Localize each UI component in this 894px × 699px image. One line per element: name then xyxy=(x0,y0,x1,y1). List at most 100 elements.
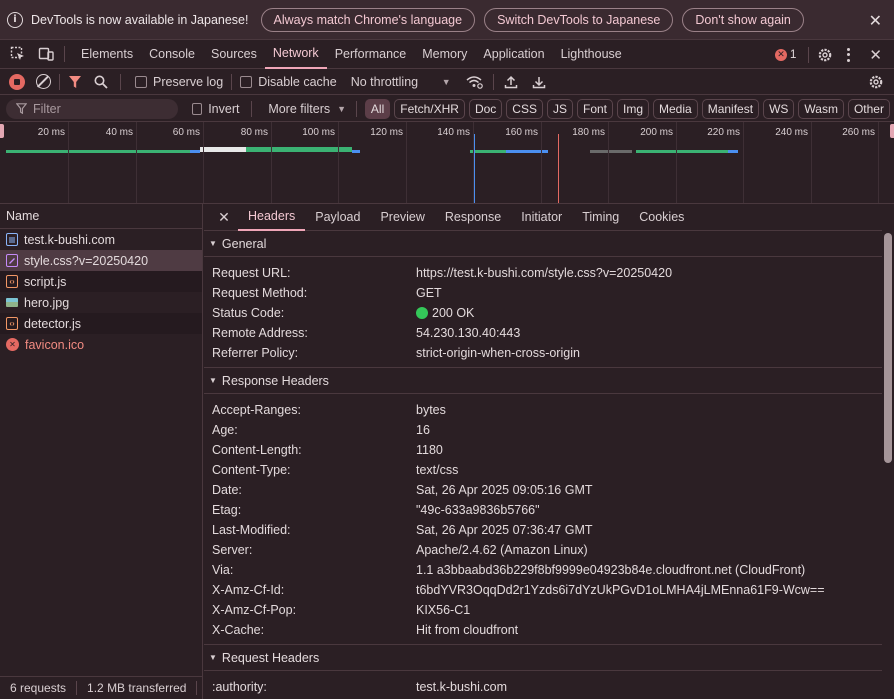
timeline-gridline xyxy=(811,122,812,203)
error-count-badge[interactable]: ✕ 1 xyxy=(775,48,797,61)
network-conditions-icon[interactable] xyxy=(465,75,483,89)
network-status-bar: 6 requests 1.2 MB transferred xyxy=(0,676,203,699)
header-row: Etag: "49c-633a9836b5766" xyxy=(204,500,894,520)
type-filter-media[interactable]: Media xyxy=(653,98,698,119)
timeline-right-handle[interactable] xyxy=(890,124,894,138)
stylesheet-icon xyxy=(6,254,18,267)
error-count: 1 xyxy=(790,48,797,61)
timeline-gridline xyxy=(743,122,744,203)
type-filter-wasm[interactable]: Wasm xyxy=(798,98,844,119)
type-filter-other[interactable]: Other xyxy=(847,98,890,119)
tab-application[interactable]: Application xyxy=(475,40,552,69)
tab-payload[interactable]: Payload xyxy=(305,204,370,231)
settings-gear-icon[interactable] xyxy=(817,47,833,63)
tab-timing[interactable]: Timing xyxy=(572,204,629,231)
type-filter-img[interactable]: Img xyxy=(617,98,650,119)
timeline-tick-label: 80 ms xyxy=(240,127,268,138)
tab-headers[interactable]: Headers xyxy=(238,204,306,231)
close-details-icon[interactable]: ✕ xyxy=(212,204,236,231)
header-value: 1180 xyxy=(416,443,443,457)
import-har-icon[interactable] xyxy=(504,75,518,89)
header-value: bytes xyxy=(416,403,446,417)
type-filter-manifest[interactable]: Manifest xyxy=(701,98,760,119)
general-section-header[interactable]: ▼ General xyxy=(204,231,894,257)
type-filter-doc[interactable]: Doc xyxy=(468,98,503,119)
inspect-element-icon[interactable] xyxy=(10,46,26,62)
more-options-icon[interactable] xyxy=(847,47,851,62)
type-filter-js[interactable]: JS xyxy=(546,98,573,119)
network-settings-gear-icon[interactable] xyxy=(868,74,884,90)
header-value: test.k-bushi.com xyxy=(416,680,508,694)
header-row: Age: 16 xyxy=(204,420,894,440)
clear-icon[interactable] xyxy=(36,74,51,89)
info-icon: i xyxy=(7,11,23,28)
type-filter-fetch-xhr[interactable]: Fetch/XHR xyxy=(394,98,465,119)
header-row: Request URL: https://test.k-bushi.com/sty… xyxy=(204,263,894,283)
request-row[interactable]: style.css?v=20250420 xyxy=(0,250,202,271)
invert-label: Invert xyxy=(208,101,240,116)
tab-memory[interactable]: Memory xyxy=(414,40,475,69)
tab-network[interactable]: Network xyxy=(264,40,327,69)
stop-recording-icon[interactable] xyxy=(9,73,25,90)
timeline-tick-label: 180 ms xyxy=(572,127,605,138)
timeline-left-handle[interactable] xyxy=(0,124,4,138)
name-column-header[interactable]: Name xyxy=(0,204,202,229)
close-icon[interactable]: ✕ xyxy=(869,11,882,31)
timeline-gridline xyxy=(203,122,204,203)
details-scrollbar[interactable] xyxy=(884,233,892,463)
type-filter-ws[interactable]: WS xyxy=(763,98,795,119)
tab-initiator[interactable]: Initiator xyxy=(511,204,572,231)
header-value: 54.230.130.40:443 xyxy=(416,326,521,340)
disable-cache-checkbox[interactable] xyxy=(240,75,253,88)
request-row[interactable]: ✕ favicon.ico xyxy=(0,334,202,355)
throttling-select[interactable]: No throttling ▼ xyxy=(351,75,451,89)
type-filter-all[interactable]: All xyxy=(364,98,391,119)
tab-cookies[interactable]: Cookies xyxy=(629,204,694,231)
search-icon[interactable] xyxy=(94,75,108,89)
filter-input[interactable]: Filter xyxy=(6,98,178,119)
header-row: Status Code: 200 OK xyxy=(204,303,894,323)
header-row: Accept-Ranges: bytes xyxy=(204,400,894,420)
request-row[interactable]: hero.jpg xyxy=(0,292,202,313)
header-value: 1.1 a3bbaabd36b229f8bf9999e04923b84e.clo… xyxy=(416,563,806,577)
filter-funnel-icon xyxy=(16,103,27,114)
request-row[interactable]: ‹› script.js xyxy=(0,271,202,292)
divider xyxy=(808,46,810,63)
header-key: Request URL: xyxy=(212,266,291,280)
timeline-gridline xyxy=(338,122,339,203)
request-headers-section-header[interactable]: ▼ Request Headers xyxy=(204,645,894,671)
waterfall-bar-css-wait xyxy=(200,147,246,152)
tab-sources[interactable]: Sources xyxy=(203,40,265,69)
type-filter-css[interactable]: CSS xyxy=(506,98,543,119)
header-value: Apache/2.4.62 (Amazon Linux) xyxy=(416,543,588,557)
divider xyxy=(76,681,78,695)
export-har-icon[interactable] xyxy=(532,75,546,89)
tab-performance[interactable]: Performance xyxy=(327,40,415,69)
more-filters-dropdown[interactable]: More filters ▼ xyxy=(268,102,346,116)
throttling-value: No throttling xyxy=(350,74,419,89)
filter-funnel-icon[interactable] xyxy=(68,75,82,89)
switch-to-japanese-button[interactable]: Switch DevTools to Japanese xyxy=(484,7,674,32)
timeline-tick-label: 40 ms xyxy=(105,127,133,138)
waterfall-bar-js xyxy=(470,150,506,153)
invert-checkbox[interactable] xyxy=(191,102,203,115)
match-chrome-language-button[interactable]: Always match Chrome's language xyxy=(260,7,476,32)
response-headers-section-header[interactable]: ▼ Response Headers xyxy=(204,368,894,394)
tab-preview[interactable]: Preview xyxy=(370,204,434,231)
request-row[interactable]: ‹› detector.js xyxy=(0,313,202,334)
type-filter-font[interactable]: Font xyxy=(576,98,613,119)
tab-console[interactable]: Console xyxy=(141,40,203,69)
preserve-log-checkbox[interactable] xyxy=(135,75,147,88)
dont-show-again-button[interactable]: Don't show again xyxy=(682,7,804,32)
tab-elements[interactable]: Elements xyxy=(73,40,141,69)
device-toolbar-icon[interactable] xyxy=(38,46,54,62)
network-overview-timeline[interactable]: 20 ms 40 ms 60 ms 80 ms 100 ms 120 ms 140 ms 16… xyxy=(0,122,894,204)
tab-lighthouse[interactable]: Lighthouse xyxy=(553,40,630,69)
close-devtools-icon[interactable]: ✕ xyxy=(869,46,882,64)
request-row[interactable]: test.k-bushi.com xyxy=(0,229,202,250)
header-key: Via: xyxy=(212,563,234,577)
tab-response[interactable]: Response xyxy=(435,204,511,231)
header-row: Via: 1.1 a3bbaabd36b229f8bf9999e04923b84e… xyxy=(204,560,894,580)
request-headers-section: :authority: test.k-bushi.com xyxy=(204,671,894,697)
timeline-tick-label: 240 ms xyxy=(775,127,808,138)
